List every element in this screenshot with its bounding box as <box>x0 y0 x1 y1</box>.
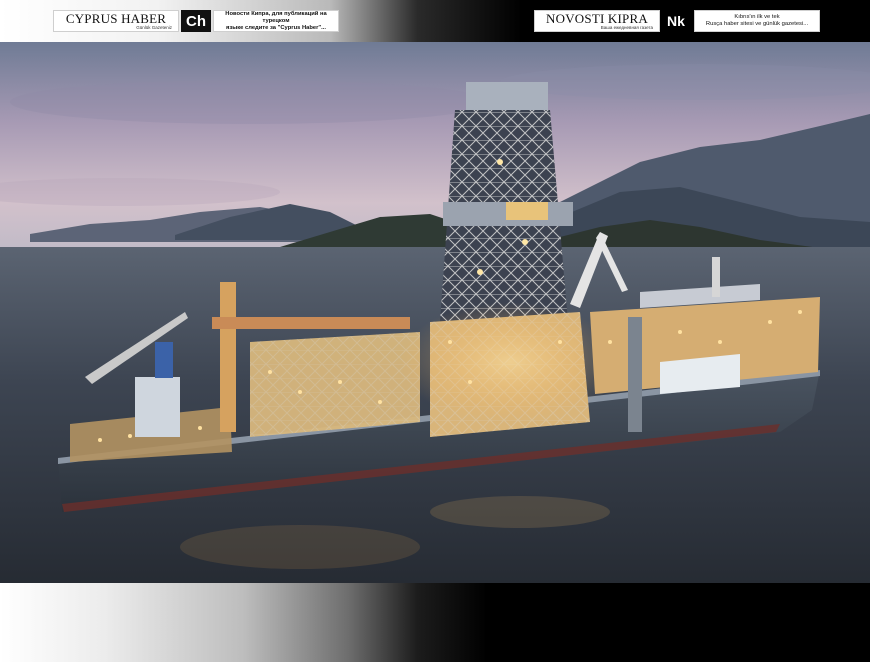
drillship-photo <box>0 42 870 583</box>
bow-crane-house <box>135 377 180 437</box>
novosti-kipra-logo-tagline: Ваша ежедневная газета <box>600 25 653 30</box>
cyprus-haber-logo-name: CYPRUS HABER <box>65 11 167 26</box>
ch-badge-icon: Ch <box>181 10 211 32</box>
promo-line-1: Kıbrıs'ın ilk ve tek <box>734 14 780 20</box>
crane-mast <box>220 282 236 432</box>
cyprus-haber-promo[interactable]: Новости Кипра, для публикаций на турецко… <box>213 10 339 32</box>
novosti-kipra-logo-name: NOVOSTI KIPRA <box>546 11 648 26</box>
drillship-scene <box>0 42 870 583</box>
promo-line-2: языке следите за "Cyprus Haber"... <box>226 24 326 31</box>
nk-badge-icon: Nk <box>667 13 685 29</box>
novosti-kipra-logo[interactable]: NOVOSTI KIPRA Ваша ежедневная газета <box>534 10 660 32</box>
top-banner: CYPRUS HABER Günlük Gazeteniz Ch Новости… <box>0 0 870 42</box>
cyprus-haber-ad[interactable]: CYPRUS HABER Günlük Gazeteniz Ch Новости… <box>53 10 339 32</box>
bottom-banner <box>0 583 870 662</box>
novosti-kipra-ad[interactable]: NOVOSTI KIPRA Ваша ежедневная газета Nk … <box>534 10 820 32</box>
promo-line-1: Новости Кипра, для публикаций на турецко… <box>225 10 327 24</box>
promo-line-2: Rusça haber sitesi ve günlük gazetesi... <box>705 21 809 27</box>
cyprus-haber-logo[interactable]: CYPRUS HABER Günlük Gazeteniz <box>53 10 179 32</box>
novosti-kipra-promo[interactable]: Kıbrıs'ın ilk ve tek Rusça haber sitesi … <box>694 10 820 32</box>
cyprus-haber-logo-tagline: Günlük Gazeteniz <box>136 25 172 30</box>
